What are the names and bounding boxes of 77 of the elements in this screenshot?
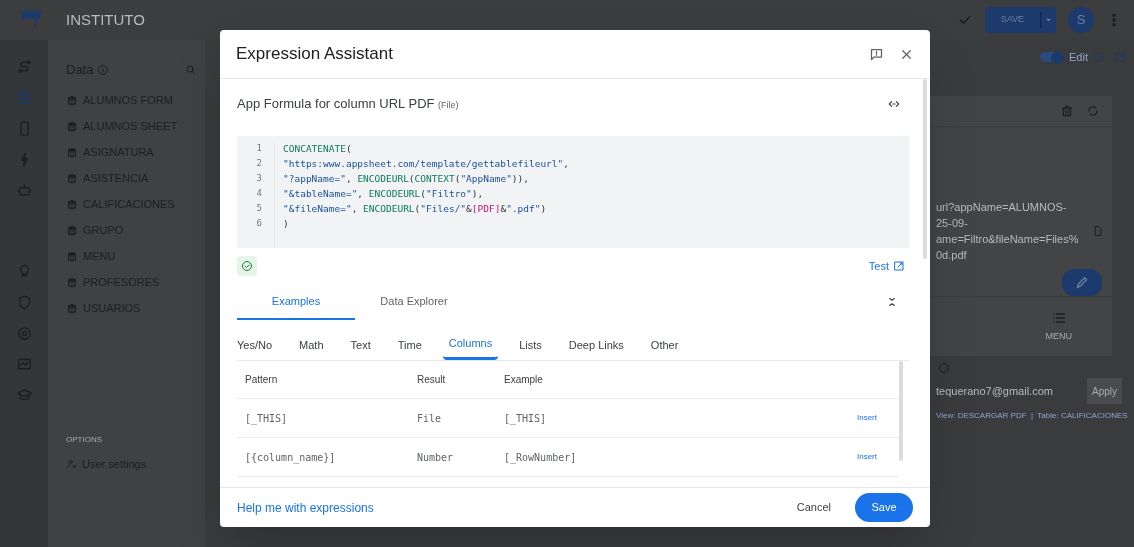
line-number: 3 (256, 172, 262, 185)
database-icon (66, 198, 78, 211)
line-number: 1 (256, 142, 262, 155)
table-cell-text: [{column_name}] (244, 450, 337, 465)
code-line: "?appName=", ENCODEURL(CONTEXT("AppName")), (283, 172, 531, 186)
category-tab[interactable]: Columns (442, 330, 499, 360)
table-cell-text: [_RowNumber] (504, 450, 578, 465)
url-text-line: 0d.pdf (936, 248, 968, 263)
external-link-icon[interactable] (1114, 51, 1126, 63)
url-text-line: ame=Filtro&fileName=Files% (936, 232, 1079, 247)
insert-link[interactable]: Insert (857, 451, 877, 463)
code-line: CONCATENATE( (283, 142, 353, 156)
save-label: SAVE (999, 13, 1025, 27)
dialog-title: Expression Assistant (236, 43, 393, 66)
tab[interactable]: Examples (237, 284, 355, 320)
category-tab[interactable]: Yes/No (237, 330, 279, 360)
database-icon (66, 250, 78, 263)
url-text-line: url?appName=ALUMNOS- (936, 200, 1068, 215)
column-header: Example (504, 373, 544, 387)
code-line: "https:www.appsheet.com/template/gettablefileurl", (283, 157, 569, 171)
pencil-icon (1074, 274, 1090, 291)
save-button[interactable]: Save (855, 493, 913, 522)
view-info-text: View: DESCARGAR PDF | Table: CALIFICACIONES (936, 410, 1126, 422)
line-number: 4 (256, 187, 262, 200)
user-gear-icon (66, 457, 78, 470)
line-number: 5 (256, 202, 262, 215)
category-tab[interactable]: Deep Links (562, 330, 630, 360)
category-tab[interactable]: Other (644, 330, 685, 360)
database-icon (66, 276, 78, 289)
menu-label: MENU (1045, 329, 1072, 343)
email-text: tequerano7@gmail.com (936, 383, 1053, 399)
help-link[interactable]: Help me with expressions (237, 498, 374, 517)
formula-subtitle: App Formula for column URL PDF (File) (237, 95, 459, 114)
code-editor[interactable] (237, 136, 909, 248)
settings-icon[interactable] (15, 325, 33, 342)
save-button-group[interactable]: SAVE (984, 7, 1056, 33)
column-header: Result (416, 373, 447, 387)
database-icon (66, 224, 78, 237)
menu-nav-item[interactable]: MENU (1045, 309, 1072, 344)
table-cell-text: [_THIS] (504, 411, 548, 426)
line-number: 2 (256, 157, 262, 170)
route-icon[interactable] (15, 58, 33, 75)
database-icon (66, 302, 78, 315)
external-link-icon (893, 260, 905, 272)
table-cell-text: File (416, 411, 443, 426)
test-link[interactable]: Test (868, 257, 905, 275)
section-label: OPTIONS (66, 433, 103, 446)
category-tab[interactable]: Math (293, 330, 330, 360)
category-tab[interactable]: Time (391, 330, 428, 360)
cancel-button[interactable]: Cancel (788, 493, 839, 522)
file-icon[interactable] (1092, 225, 1104, 237)
app-title: INSTITUTO (66, 9, 145, 30)
insert-link[interactable]: Insert (857, 412, 877, 424)
edit-fab[interactable] (1062, 269, 1102, 296)
column-header: Pattern (244, 373, 279, 387)
line-number: 6 (256, 217, 262, 230)
table-cell-text: Number (416, 450, 455, 465)
tab[interactable]: Data Explorer (355, 284, 473, 320)
refresh-icon[interactable] (1086, 104, 1100, 118)
database-icon (66, 172, 78, 185)
feedback-icon[interactable] (869, 46, 884, 62)
apply-button[interactable]: Apply (1087, 378, 1122, 404)
code-line: ) (283, 217, 290, 231)
code-line: "&fileName=", ENCODEURL("Files/"&[PDF]&".pdf") (283, 202, 548, 216)
code-line: "&tableName=", ENCODEURL("Filtro"), (283, 187, 485, 201)
trash-icon[interactable] (1060, 104, 1074, 118)
table-cell-text: [_THIS] (244, 411, 289, 426)
database-icon (66, 94, 78, 107)
category-tab[interactable]: Text (344, 330, 377, 360)
avatar[interactable]: S (1068, 7, 1094, 33)
edit-label: Edit (1069, 49, 1088, 65)
database-icon (66, 120, 78, 133)
edit-toggle[interactable] (1040, 52, 1065, 62)
category-tab[interactable]: Lists (513, 330, 548, 360)
search-icon[interactable] (185, 63, 197, 76)
url-text-line: 25-09- (936, 216, 969, 231)
database-icon (66, 146, 78, 159)
